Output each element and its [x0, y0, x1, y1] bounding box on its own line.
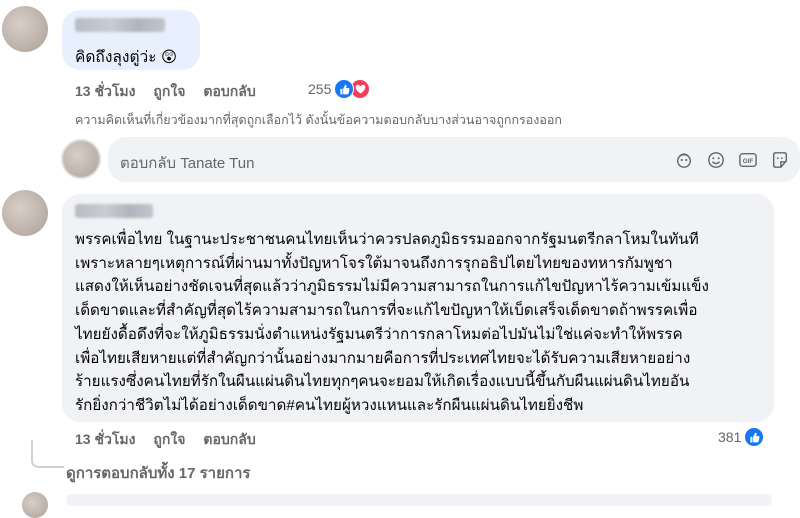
comment-timestamp[interactable]: 13 ชั่วโมง	[75, 81, 135, 103]
commenter-avatar[interactable]	[2, 190, 48, 236]
filter-notice: ความคิดเห็นที่เกี่ยวข้องมากที่สุดถูกเลือ…	[75, 113, 562, 127]
comment-actions: 13 ชั่วโมง ถูกใจ ตอบกลับ	[75, 81, 274, 103]
emoji-icon[interactable]	[706, 150, 726, 170]
gif-icon[interactable]: GIF	[738, 150, 758, 170]
reaction-summary[interactable]: 381	[718, 427, 765, 447]
comment-actions: 13 ชั่วโมง ถูกใจ ตอบกลับ	[75, 429, 274, 451]
next-commenter-avatar[interactable]	[22, 492, 48, 518]
reaction-count: 255	[308, 81, 332, 97]
next-comment-bubble	[66, 494, 772, 506]
reply-button[interactable]: ตอบกลับ	[203, 429, 255, 451]
comment-timestamp[interactable]: 13 ชั่วโมง	[75, 429, 135, 451]
current-user-avatar	[62, 140, 100, 178]
reaction-summary[interactable]: 255	[308, 79, 371, 99]
like-button[interactable]: ถูกใจ	[153, 429, 185, 451]
svg-text:GIF: GIF	[743, 158, 754, 165]
reaction-count: 381	[718, 429, 742, 445]
comment-text: คิดถึงลุงตู่ว่ะ 😲	[75, 49, 178, 66]
reply-input[interactable]: ตอบกลับ Tanate Tun	[120, 151, 254, 175]
like-reaction-icon	[334, 79, 355, 99]
like-button[interactable]: ถูกใจ	[153, 81, 185, 103]
view-all-replies-link[interactable]: ดูการตอบกลับทั้ง 17 รายการ	[66, 461, 250, 485]
commenter-name-redacted[interactable]	[75, 18, 165, 32]
avatar-sticker-icon[interactable]	[770, 150, 790, 170]
reply-button[interactable]: ตอบกลับ	[203, 81, 255, 103]
thread-connector-line	[31, 440, 64, 468]
like-reaction-icon	[744, 427, 765, 447]
commenter-name-redacted[interactable]	[75, 204, 153, 218]
reply-toolbar: GIF	[674, 150, 790, 170]
commenter-avatar[interactable]	[2, 6, 48, 52]
sticker-icon[interactable]	[674, 150, 694, 170]
comment-text: พรรคเพื่อไทย ในฐานะประชาชนคนไทยเห็นว่าคว…	[75, 231, 709, 414]
